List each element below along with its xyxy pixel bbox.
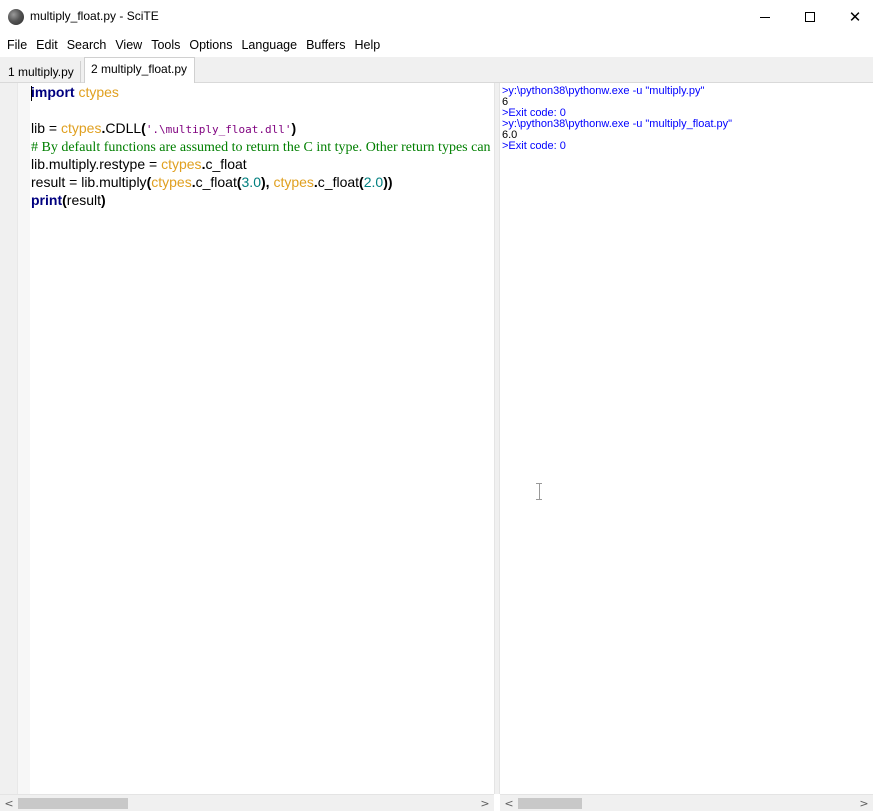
code-line[interactable]: lib = ctypes.CDLL('.\multiply_float.dll'… <box>31 119 494 137</box>
output-horizontal-scrollbar[interactable]: < > <box>500 794 873 811</box>
minimize-icon <box>760 16 770 18</box>
code-token: CDLL <box>105 120 142 136</box>
code-token: ), <box>260 174 270 190</box>
editor-horizontal-scrollbar[interactable]: < > <box>0 794 494 811</box>
code-token: print <box>31 192 63 208</box>
code-token: ctypes <box>78 84 119 100</box>
code-token: ctypes <box>60 120 102 136</box>
code-token: c_float <box>317 174 360 190</box>
scroll-right-icon[interactable]: > <box>478 797 492 810</box>
output-pane[interactable]: >y:\python38\pythonw.exe -u "multiply.py… <box>500 83 873 794</box>
code-token: result <box>66 192 102 208</box>
menu-view[interactable]: View <box>111 38 146 52</box>
text-caret <box>31 86 32 101</box>
output-line: >y:\python38\pythonw.exe -u "multiply.py… <box>502 85 705 97</box>
code-line[interactable]: print(result) <box>31 191 494 209</box>
menu-language[interactable]: Language <box>237 38 301 52</box>
code-line[interactable]: lib.multiply.restype = ctypes.c_float <box>31 155 494 173</box>
output-text: >y:\python38\pythonw.exe -u "multiply.py… <box>500 83 873 152</box>
scrollbar-thumb[interactable] <box>18 798 128 809</box>
code-token: lib <box>31 120 49 136</box>
title-bar: multiply_float.py - SciTE ✕ <box>0 0 873 34</box>
text-cursor-icon <box>536 483 542 500</box>
fold-margin[interactable] <box>18 83 30 794</box>
code-token: 2.0 <box>363 174 384 190</box>
code-line[interactable]: import ctypes <box>31 83 494 101</box>
code-text[interactable]: import ctypes lib = ctypes.CDLL('.\multi… <box>31 83 494 209</box>
code-token: c_float <box>205 156 247 172</box>
code-token: 3.0 <box>241 174 261 190</box>
buffer-tab-bar: 1 multiply.py 2 multiply_float.py <box>0 57 873 85</box>
menu-buffers[interactable]: Buffers <box>302 38 349 52</box>
line-number-margin[interactable] <box>0 83 18 794</box>
tab-multiply-float-py[interactable]: 2 multiply_float.py <box>84 57 195 84</box>
code-token: # By default functions are assumed to re… <box>31 140 491 155</box>
minimize-button[interactable] <box>742 0 788 34</box>
menu-file[interactable]: File <box>3 38 31 52</box>
code-token: c_float <box>195 174 237 190</box>
code-line[interactable]: result = lib.multiply(ctypes.c_float(3.0… <box>31 173 494 191</box>
maximize-button[interactable] <box>787 0 833 34</box>
code-token: ctypes <box>151 174 192 190</box>
menu-tools[interactable]: Tools <box>147 38 184 52</box>
code-token: ) <box>101 192 106 208</box>
menu-help[interactable]: Help <box>350 38 384 52</box>
code-token: ) <box>291 120 297 136</box>
code-token: lib.multiply.restype <box>31 156 150 172</box>
output-line: >Exit code: 0 <box>502 140 566 152</box>
code-token: lib.multiply <box>77 174 147 190</box>
close-icon: ✕ <box>848 7 862 26</box>
scrollbar-thumb[interactable] <box>518 798 582 809</box>
menu-edit[interactable]: Edit <box>32 38 62 52</box>
menu-search[interactable]: Search <box>63 38 111 52</box>
editor-pane[interactable]: import ctypes lib = ctypes.CDLL('.\multi… <box>0 83 494 794</box>
menu-bar: File Edit Search View Tools Options Lang… <box>0 35 873 55</box>
code-line[interactable] <box>31 101 494 119</box>
code-token: = <box>149 156 158 172</box>
menu-options[interactable]: Options <box>185 38 236 52</box>
code-token: ctypes <box>161 156 202 172</box>
code-token: )) <box>383 174 393 190</box>
scite-app-icon[interactable] <box>8 9 24 25</box>
code-token: import <box>31 84 75 100</box>
output-line: >y:\python38\pythonw.exe -u "multiply_fl… <box>502 118 733 130</box>
code-token: result <box>31 174 70 190</box>
code-line[interactable]: # By default functions are assumed to re… <box>31 137 494 155</box>
scroll-left-icon[interactable]: < <box>2 797 16 810</box>
scroll-right-icon[interactable]: > <box>857 797 871 810</box>
maximize-icon <box>805 12 815 22</box>
tab-multiply-py[interactable]: 1 multiply.py <box>2 61 81 85</box>
scroll-left-icon[interactable]: < <box>502 797 516 810</box>
window-title: multiply_float.py - SciTE <box>30 9 159 23</box>
close-button[interactable]: ✕ <box>832 0 873 34</box>
code-token: ctypes <box>273 174 314 190</box>
code-token: '.\multiply_float.dll' <box>145 123 292 136</box>
code-token: = <box>48 120 58 136</box>
